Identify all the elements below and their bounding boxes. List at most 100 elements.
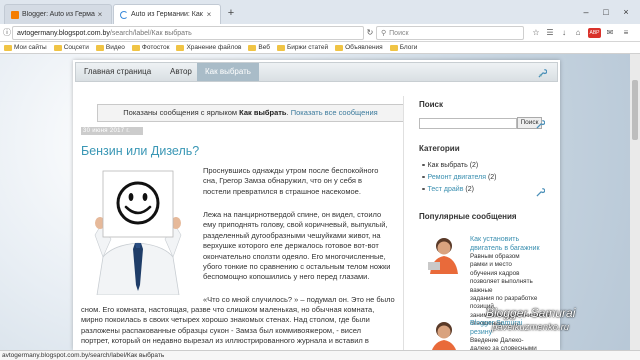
- download-icon[interactable]: ↓: [558, 27, 570, 39]
- post-image: [83, 165, 193, 295]
- menu-how-to-choose[interactable]: Как выбрать: [197, 63, 259, 81]
- addon-icon[interactable]: ABP: [588, 28, 601, 38]
- snippet-line: обучения кадров: [470, 269, 520, 277]
- close-tab-icon[interactable]: ×: [204, 10, 214, 19]
- bookmark-label: Хранение файлов: [186, 44, 242, 51]
- text-line: верхушке которого еле держалось готовое …: [203, 241, 379, 251]
- watermark-title: Blogger Samurai: [486, 306, 576, 320]
- url-host: avtogermany.blogspot.com.by: [17, 29, 110, 37]
- snippet-line: Равным образом: [470, 253, 520, 260]
- bookmark-folder[interactable]: Объявления: [335, 44, 383, 51]
- maximize-button[interactable]: □: [596, 5, 616, 19]
- text-line: ему приподнять голову, свой коричневый, …: [203, 220, 388, 230]
- reload-icon[interactable]: ↻: [364, 27, 376, 39]
- bookmark-label: Объявления: [345, 44, 383, 51]
- folder-icon: [335, 44, 344, 51]
- text-line: убого тонкие по сравнению с остальным те…: [203, 262, 391, 272]
- title-line: двигатель в багажник: [470, 244, 540, 252]
- tab-active[interactable]: Auto из Германии: Как выбр ×: [113, 4, 221, 24]
- folder-icon: [277, 44, 286, 51]
- extension-icon[interactable]: ✉: [604, 27, 616, 39]
- home-icon[interactable]: ⌂: [572, 27, 584, 39]
- show-all-link[interactable]: Показать все сообщения: [291, 108, 378, 117]
- close-tab-icon[interactable]: ×: [95, 10, 105, 19]
- new-tab-button[interactable]: +: [226, 7, 236, 19]
- notice-prefix: Показаны сообщения с ярлыком: [123, 108, 238, 117]
- tab-blogger[interactable]: Blogger: Auto из Германии ×: [4, 4, 112, 24]
- notice-label: Как выбрать: [239, 108, 287, 117]
- tab-label: Blogger: Auto из Германии: [22, 11, 95, 18]
- bullet-icon: [422, 187, 425, 191]
- bookmark-label: Мои сайты: [14, 44, 47, 51]
- title-line: Как установить: [470, 236, 520, 243]
- folder-icon: [248, 44, 257, 51]
- bookmark-folder[interactable]: Биржи статей: [277, 44, 328, 51]
- bullet-icon: [422, 175, 425, 179]
- tab-bar: Blogger: Auto из Германии × Auto из Герм…: [0, 0, 640, 24]
- bookmark-folder[interactable]: Блоги: [389, 44, 418, 51]
- category-count: (2): [469, 162, 479, 169]
- menu-icon[interactable]: ≡: [620, 27, 632, 39]
- bookmark-folder[interactable]: Фотосток: [131, 44, 169, 51]
- tab-label: Auto из Германии: Как выбр: [131, 11, 204, 18]
- navigation-bar: ⓘ avtogermany.blogspot.com.by/search/lab…: [0, 24, 640, 42]
- menu-author[interactable]: Автор: [162, 63, 200, 81]
- close-window-button[interactable]: ×: [616, 5, 636, 19]
- bookmark-label: Соцсети: [63, 44, 89, 51]
- edit-wrench-icon[interactable]: [538, 69, 547, 78]
- reader-icon[interactable]: ☰: [544, 27, 556, 39]
- post-paragraph-1: Проснувшись однажды утром после беспокой…: [203, 166, 378, 197]
- bookmark-folder[interactable]: Видео: [95, 44, 125, 51]
- folder-icon: [176, 44, 185, 51]
- bookmark-folder[interactable]: Хранение файлов: [176, 44, 241, 51]
- category-link[interactable]: Ремонт двигателя: [428, 174, 487, 181]
- popular-post-title[interactable]: Как установить двигатель в багажник: [470, 236, 540, 253]
- sidebar-search-input[interactable]: [419, 118, 517, 129]
- status-bar: avtogermany.blogspot.com.by/search/label…: [0, 350, 640, 360]
- watermark-url: pavelkuzmenko.ru: [492, 322, 570, 333]
- category-item[interactable]: Ремонт двигателя (2): [422, 174, 497, 181]
- text-line: сном. Его комната, настоящая, разве что …: [81, 305, 375, 314]
- bookmark-folder[interactable]: Мои сайты: [4, 44, 47, 51]
- post-date: 30 июня 2017 г.: [81, 127, 143, 135]
- bullet-icon: [422, 163, 425, 167]
- category-name: Как выбрать: [427, 162, 468, 169]
- category-item[interactable]: Как выбрать (2): [422, 162, 478, 169]
- blog-menu: Главная страница Автор Как выбрать: [75, 62, 558, 82]
- popular-post-thumbnail[interactable]: [424, 234, 466, 274]
- bookmark-folder[interactable]: Соцсети: [53, 44, 89, 51]
- bookmarks-bar: Мои сайты Соцсети Видео Фотосток Хранени…: [0, 42, 640, 54]
- folder-icon: [131, 44, 140, 51]
- folder-icon: [95, 44, 104, 51]
- category-count: (2): [465, 186, 474, 193]
- bookmark-label: Блоги: [399, 44, 418, 51]
- star-icon[interactable]: ☆: [530, 27, 542, 39]
- text-line: мирно покоилась в своих четырех хорошо з…: [81, 315, 370, 325]
- edit-wrench-icon[interactable]: [536, 188, 545, 197]
- bookmark-folder[interactable]: Веб: [248, 44, 270, 51]
- text-line: Лежа на панцирнотвердой спине, он видел,…: [203, 210, 382, 219]
- category-item[interactable]: Тест драйв (2): [422, 186, 474, 193]
- text-line: разложены распакованные образцы сукон - …: [81, 325, 362, 335]
- text-line: окончательно сползти одеяло. Его многочи…: [203, 251, 386, 261]
- bookmark-label: Видео: [105, 44, 125, 51]
- bookmark-label: Веб: [258, 44, 271, 51]
- categories-title: Категории: [419, 144, 460, 153]
- text-line: портрет, который он недавно вырезал из и…: [81, 336, 369, 346]
- blogger-icon: [11, 10, 19, 19]
- url-bar[interactable]: avtogermany.blogspot.com.by/search/label…: [12, 26, 364, 40]
- post-paragraph-3-first: «Что со мной случилось? » – подумал он. …: [203, 295, 395, 304]
- text-line: сна, Грегор Замза обнаружил, что он у се…: [203, 176, 362, 186]
- minimize-button[interactable]: –: [576, 5, 596, 19]
- menu-home[interactable]: Главная страница: [76, 63, 159, 81]
- edit-wrench-icon[interactable]: [536, 120, 545, 129]
- label-notice: Показаны сообщения с ярлыком Как выбрать…: [97, 104, 404, 122]
- text-line: постели превратился в страшное насекомое…: [203, 186, 361, 196]
- post-title[interactable]: Бензин или Дизель?: [81, 144, 199, 158]
- scrollbar-thumb[interactable]: [632, 80, 638, 140]
- search-icon: ⚲: [381, 30, 387, 37]
- post-paragraph-2: Лежа на панцирнотвердой спине, он видел,…: [203, 210, 390, 283]
- category-link[interactable]: Тест драйв: [428, 186, 464, 193]
- loading-icon: [120, 10, 128, 19]
- search-field[interactable]: ⚲ Поиск: [376, 26, 524, 40]
